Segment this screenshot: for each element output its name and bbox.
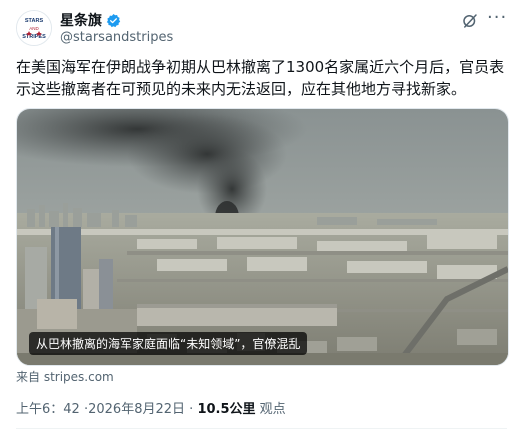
avatar[interactable]: STARS AND STRIPES (16, 10, 52, 46)
post-image[interactable]: 从巴林撤离的海军家庭面临“未知领域”，官僚混乱 (16, 108, 509, 366)
more-icon[interactable]: ··· (487, 9, 507, 30)
account-handle[interactable]: @starsandstripes (60, 30, 173, 45)
post-time[interactable]: 上午6：42 (16, 402, 80, 417)
post-date[interactable]: 2026年8月22日 (88, 402, 185, 417)
avatar-text-1: STARS (25, 18, 44, 24)
post-text: 在美国海军在伊朗战争初期从巴林撤离了1300名家属近六个月后，官员表示这些撤离者… (16, 58, 505, 98)
verified-badge-icon (106, 13, 121, 27)
avatar-text-2: AND (29, 26, 39, 31)
divider (16, 428, 507, 429)
kuwait-city-smoke-photo (17, 109, 508, 365)
grok-icon[interactable] (461, 12, 479, 30)
post-meta: 上午6：42 ·2026年8月22日 · 10.5公里 观点 (16, 398, 286, 417)
link-source[interactable]: 来自 stripes.com (16, 368, 114, 385)
views-label: 观点 (259, 402, 286, 417)
media-caption: 从巴林撤离的海军家庭面临“未知领域”，官僚混乱 (29, 332, 308, 355)
meta-separator-2: · (189, 402, 194, 417)
display-name[interactable]: 星条旗 (60, 10, 102, 30)
views-count: 10.5公里 (197, 402, 256, 417)
avatar-text-3: STRIPES (22, 34, 46, 40)
post-header: STARS AND STRIPES 星条旗 @starsandstripes ·… (16, 8, 507, 48)
stars-and-stripes-logo: STARS AND STRIPES (17, 11, 51, 45)
